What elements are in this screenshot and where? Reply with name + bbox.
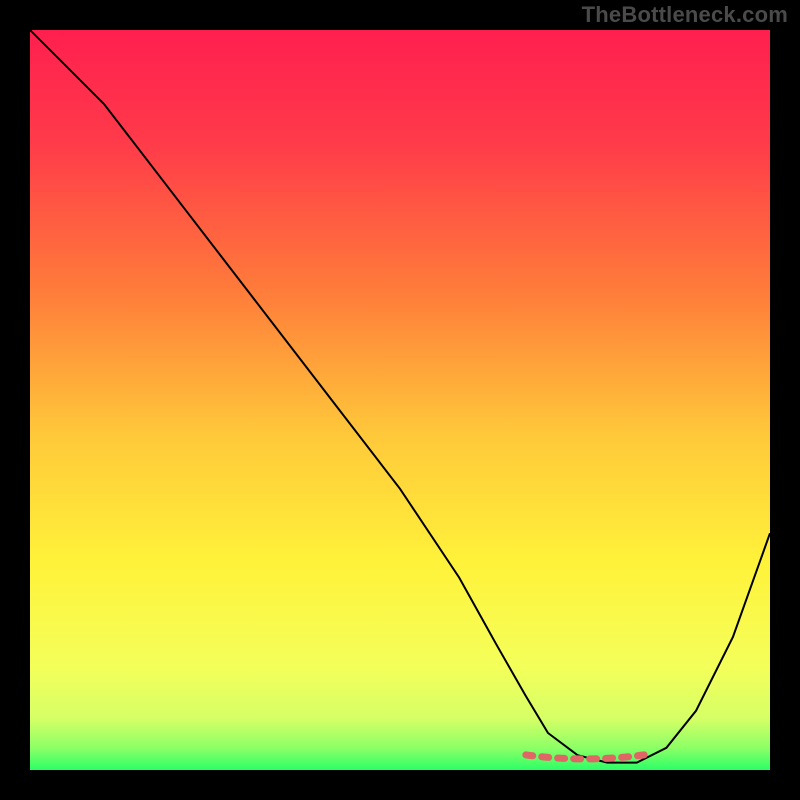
gradient-background (30, 30, 770, 770)
chart-frame: TheBottleneck.com (0, 0, 800, 800)
watermark-text: TheBottleneck.com (582, 2, 788, 28)
plot-area (30, 30, 770, 770)
chart-svg (30, 30, 770, 770)
